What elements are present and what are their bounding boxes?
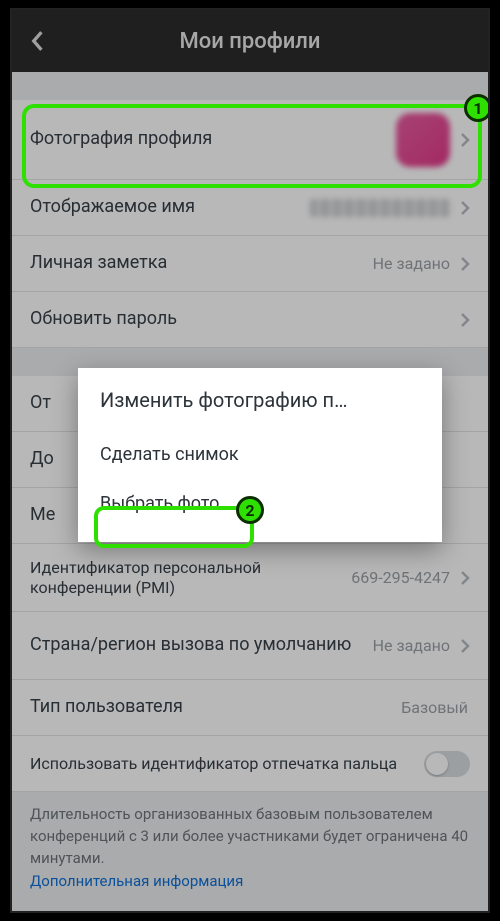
page-title: Мои профили <box>12 29 488 54</box>
dialog-take-photo[interactable]: Сделать снимок <box>78 430 442 479</box>
row-label: Страна/регион вызова по умолчанию <box>30 634 373 657</box>
chevron-right-icon <box>456 199 474 217</box>
change-photo-dialog: Изменить фотографию п… Сделать снимок Вы… <box>78 368 442 542</box>
chevron-right-icon <box>456 131 474 149</box>
row-profile-photo[interactable]: Фотография профиля <box>12 100 488 180</box>
row-fingerprint[interactable]: Использовать идентификатор отпечатка пал… <box>12 736 488 792</box>
avatar <box>396 113 450 167</box>
row-value: 669-295-4247 <box>351 568 450 587</box>
chevron-right-icon <box>456 311 474 329</box>
row-label: Фотография профиля <box>30 128 396 151</box>
display-name-value-blurred <box>310 199 450 217</box>
footer-note: Длительность организованных базовым поль… <box>12 792 488 893</box>
row-call-region[interactable]: Страна/регион вызова по умолчанию Не зад… <box>12 612 488 680</box>
row-pmi[interactable]: Идентификатор персональной конференции (… <box>12 544 488 612</box>
row-label: Идентификатор персональной конференции (… <box>30 558 351 598</box>
chevron-right-icon <box>456 569 474 587</box>
row-value: Не задано <box>373 254 450 273</box>
toggle-switch[interactable] <box>424 751 470 777</box>
row-label: Использовать идентификатор отпечатка пал… <box>30 754 424 774</box>
dialog-title: Изменить фотографию п… <box>78 368 442 430</box>
dialog-choose-photo[interactable]: Выбрать фото <box>78 479 442 528</box>
row-user-type: Тип пользователя Базовый <box>12 680 488 736</box>
chevron-right-icon <box>456 637 474 655</box>
row-personal-note[interactable]: Личная заметка Не задано <box>12 236 488 292</box>
row-label: Личная заметка <box>30 252 373 275</box>
footer-text: Длительность организованных базовым поль… <box>30 805 468 867</box>
row-value: Базовый <box>401 698 468 717</box>
chevron-right-icon <box>456 255 474 273</box>
row-label: Тип пользователя <box>30 696 401 719</box>
row-label: Отображаемое имя <box>30 196 310 219</box>
footer-link[interactable]: Дополнительная информация <box>30 871 470 893</box>
row-value: Не задано <box>373 636 450 655</box>
row-label: Обновить пароль <box>30 308 456 331</box>
header-bar: Мои профили <box>12 10 488 72</box>
row-update-password[interactable]: Обновить пароль <box>12 292 488 348</box>
row-display-name[interactable]: Отображаемое имя <box>12 180 488 236</box>
